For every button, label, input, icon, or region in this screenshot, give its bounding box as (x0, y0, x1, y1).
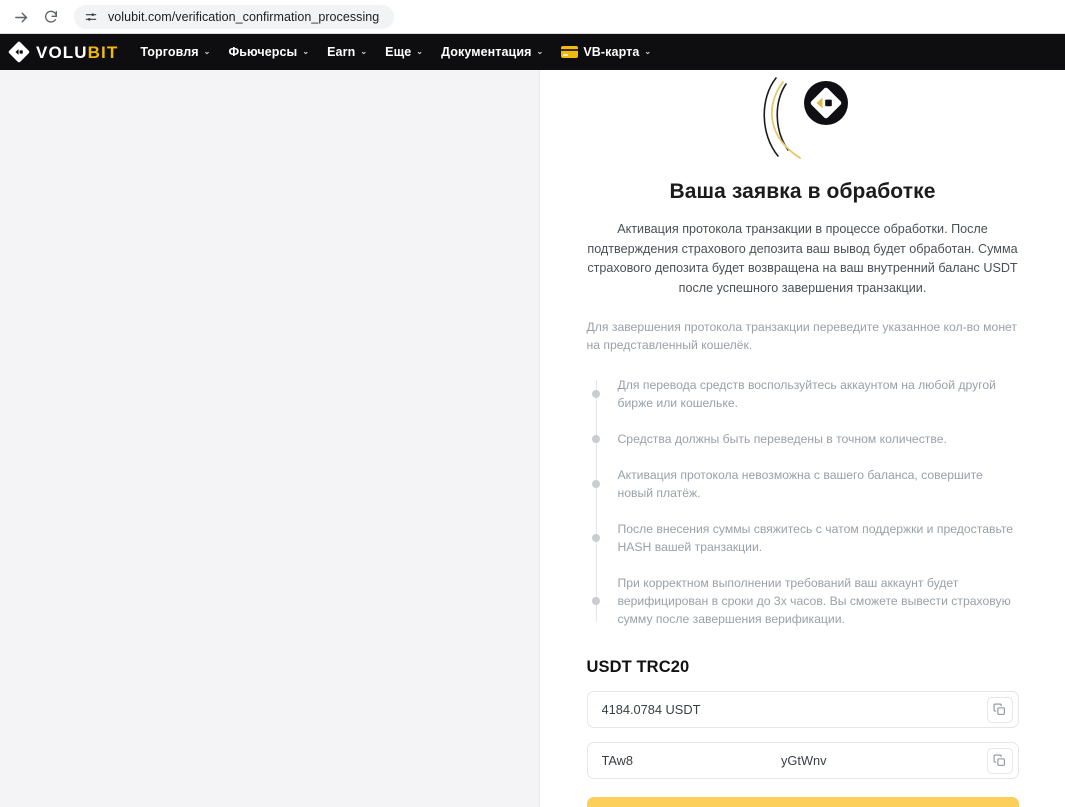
wallet-address-prefix: TAw8 (601, 753, 634, 768)
nav-item-label: VB-карта (583, 45, 640, 59)
wallet-address-suffix: yGtWnv (781, 753, 827, 768)
nav-item-label: Фьючерсы (228, 45, 298, 59)
volubit-circular-logo-icon (587, 74, 1019, 160)
site-navbar: VOLUBIT Торговля ⌄ Фьючерсы ⌄ Earn ⌄ Еще… (0, 34, 1065, 70)
reload-icon[interactable] (38, 4, 64, 30)
address-bar-url: volubit.com/verification_confirmation_pr… (108, 10, 380, 24)
navbar-menu: Торговля ⌄ Фьючерсы ⌄ Earn ⌄ Еще ⌄ Докум… (140, 45, 651, 59)
nav-item-label: Торговля (140, 45, 199, 59)
list-item: Активация протокола невозможна с вашего … (591, 466, 1019, 502)
timeline-dot-icon (591, 480, 600, 488)
copy-amount-button[interactable] (986, 696, 1013, 723)
browser-toolbar: volubit.com/verification_confirmation_pr… (0, 0, 1065, 34)
list-item-text: Для перевода средств воспользуйтесь акка… (617, 378, 997, 410)
nav-item-label: Еще (385, 45, 412, 59)
chevron-down-icon: ⌄ (536, 46, 544, 56)
nav-item-documentation[interactable]: Документация ⌄ (441, 45, 543, 59)
timeline-dot-icon (591, 597, 600, 605)
chevron-down-icon: ⌄ (302, 46, 310, 56)
card-icon (561, 46, 579, 58)
left-empty-panel (0, 70, 540, 807)
timeline-dot-icon (591, 435, 600, 443)
wallet-address-value: TAw8 yGtWnv (602, 753, 987, 768)
site-settings-sliders-icon[interactable] (83, 9, 99, 25)
brand-name: VOLUBIT (36, 44, 118, 61)
volubit-diamond-logo-icon (8, 41, 30, 63)
amount-field[interactable]: 4184.0784 USDT (586, 691, 1019, 728)
list-item: После внесения суммы свяжитесь с чатом п… (591, 520, 1019, 556)
chevron-down-icon: ⌄ (644, 46, 652, 56)
brand-name-primary: VOLU (36, 42, 88, 62)
main-content: Ваша заявка в обработке Активация проток… (540, 70, 1065, 807)
forward-arrow-icon[interactable] (8, 4, 34, 30)
brand-logo[interactable]: VOLUBIT (8, 41, 118, 63)
nav-item-more[interactable]: Еще ⌄ (385, 45, 423, 59)
check-activation-status-button[interactable]: Проверить статус активации (586, 797, 1019, 807)
toolbar-divider (0, 33, 1065, 34)
copy-address-button[interactable] (986, 747, 1013, 774)
page-body: Ваша заявка в обработке Активация проток… (0, 70, 1065, 807)
chevron-down-icon: ⌄ (416, 46, 424, 56)
page-title: Ваша заявка в обработке (669, 180, 936, 203)
nav-item-trading[interactable]: Торговля ⌄ (140, 45, 210, 59)
nav-item-label: Earn (327, 45, 356, 59)
list-item: Для перевода средств воспользуйтесь акка… (591, 376, 1019, 412)
timeline-dot-icon (591, 390, 600, 398)
list-item: При корректном выполнении требований ваш… (591, 574, 1019, 628)
list-item-text: При корректном выполнении требований ваш… (617, 576, 1011, 626)
address-bar[interactable]: volubit.com/verification_confirmation_pr… (74, 5, 394, 29)
nav-item-futures[interactable]: Фьючерсы ⌄ (228, 45, 309, 59)
list-item-text: После внесения суммы свяжитесь с чатом п… (617, 522, 1014, 554)
nav-item-vb-card[interactable]: VB-карта ⌄ (561, 45, 651, 59)
payment-network-title: USDT TRC20 (586, 658, 690, 676)
list-item-text: Активация протокола невозможна с вашего … (617, 468, 983, 500)
amount-value: 4184.0784 USDT (601, 702, 701, 717)
chevron-down-icon: ⌄ (360, 46, 368, 56)
list-item: Средства должны быть переведены в точном… (591, 430, 1019, 448)
timeline-dot-icon (591, 534, 600, 542)
nav-item-label: Документация (441, 45, 532, 59)
requirements-timeline: Для перевода средств воспользуйтесь акка… (587, 376, 1019, 628)
wallet-address-field[interactable]: TAw8 yGtWnv (586, 742, 1019, 779)
list-item-text: Средства должны быть переведены в точном… (617, 432, 947, 446)
intro-paragraph: Активация протокола транзакции в процесс… (587, 222, 1018, 295)
nav-item-earn[interactable]: Earn ⌄ (327, 45, 367, 59)
transfer-instruction: Для завершения протокола транзакции пере… (586, 320, 1018, 352)
brand-name-accent: BIT (87, 42, 119, 62)
chevron-down-icon: ⌄ (203, 46, 211, 56)
